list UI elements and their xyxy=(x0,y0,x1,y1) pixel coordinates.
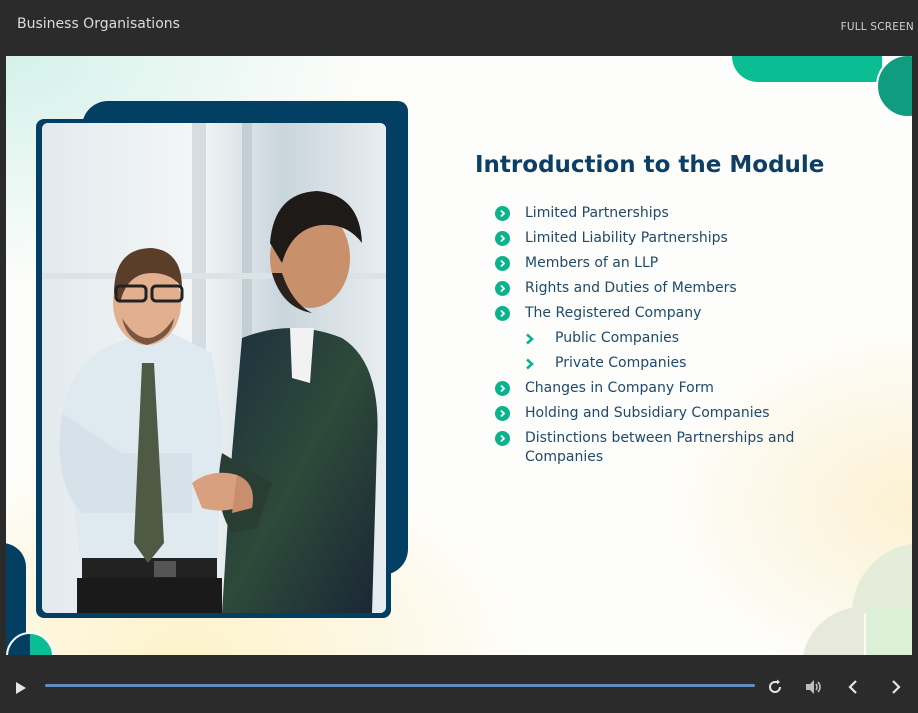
decorative-shape xyxy=(802,607,864,655)
list-item: Holding and Subsidiary Companies xyxy=(495,404,815,423)
list-item-label: Members of an LLP xyxy=(525,255,659,271)
list-item: Members of an LLP xyxy=(495,254,815,273)
list-item: Distinctions between Partnerships and Co… xyxy=(495,429,815,467)
player-controls xyxy=(0,655,918,713)
list-item-label: The Registered Company xyxy=(525,305,702,321)
list-item-label: Limited Partnerships xyxy=(525,205,669,221)
chevron-circle-icon xyxy=(495,206,510,221)
chevron-circle-icon xyxy=(495,231,510,246)
chevron-circle-icon xyxy=(495,431,510,446)
list-item-label: Rights and Duties of Members xyxy=(525,280,737,296)
chevron-right-icon[interactable] xyxy=(890,679,902,699)
list-item: Limited Partnerships xyxy=(495,204,815,223)
list-item-label: Changes in Company Form xyxy=(525,380,714,396)
list-item: Limited Liability Partnerships xyxy=(495,229,815,248)
list-item: Rights and Duties of Members xyxy=(495,279,815,298)
handshake-photo xyxy=(42,123,386,613)
sub-list-item: Private Companies xyxy=(495,354,815,373)
chevron-right-icon xyxy=(525,357,535,376)
chevron-circle-icon xyxy=(495,381,510,396)
chevron-circle-icon xyxy=(495,281,510,296)
fullscreen-button[interactable]: FULL SCREEN xyxy=(841,21,914,33)
decorative-shape xyxy=(866,607,912,655)
replay-icon[interactable] xyxy=(767,679,783,699)
chevron-circle-icon xyxy=(495,256,510,271)
list-item-label: Holding and Subsidiary Companies xyxy=(525,405,770,421)
top-bar: Business Organisations FULL SCREEN xyxy=(0,0,918,56)
decorative-shape xyxy=(732,56,882,82)
topic-list: Limited Partnerships Limited Liability P… xyxy=(495,204,815,473)
list-item-label: Private Companies xyxy=(555,355,687,371)
sub-list-item: Public Companies xyxy=(495,329,815,348)
chevron-right-icon xyxy=(525,332,535,351)
list-item-label: Public Companies xyxy=(555,330,679,346)
slide: Introduction to the Module Limited Partn… xyxy=(6,56,912,655)
chevron-left-icon[interactable] xyxy=(847,679,859,699)
progress-bar[interactable] xyxy=(45,684,755,687)
list-item-label: Distinctions between Partnerships and Co… xyxy=(525,430,795,465)
list-item: The Registered Company xyxy=(495,304,815,323)
decorative-shape xyxy=(852,543,912,613)
chevron-circle-icon xyxy=(495,306,510,321)
list-item-label: Limited Liability Partnerships xyxy=(525,230,728,246)
slide-heading: Introduction to the Module xyxy=(475,152,825,178)
course-title: Business Organisations xyxy=(17,16,180,32)
chevron-circle-icon xyxy=(495,406,510,421)
volume-icon[interactable] xyxy=(805,679,823,699)
list-item: Changes in Company Form xyxy=(495,379,815,398)
play-icon[interactable] xyxy=(15,680,27,699)
